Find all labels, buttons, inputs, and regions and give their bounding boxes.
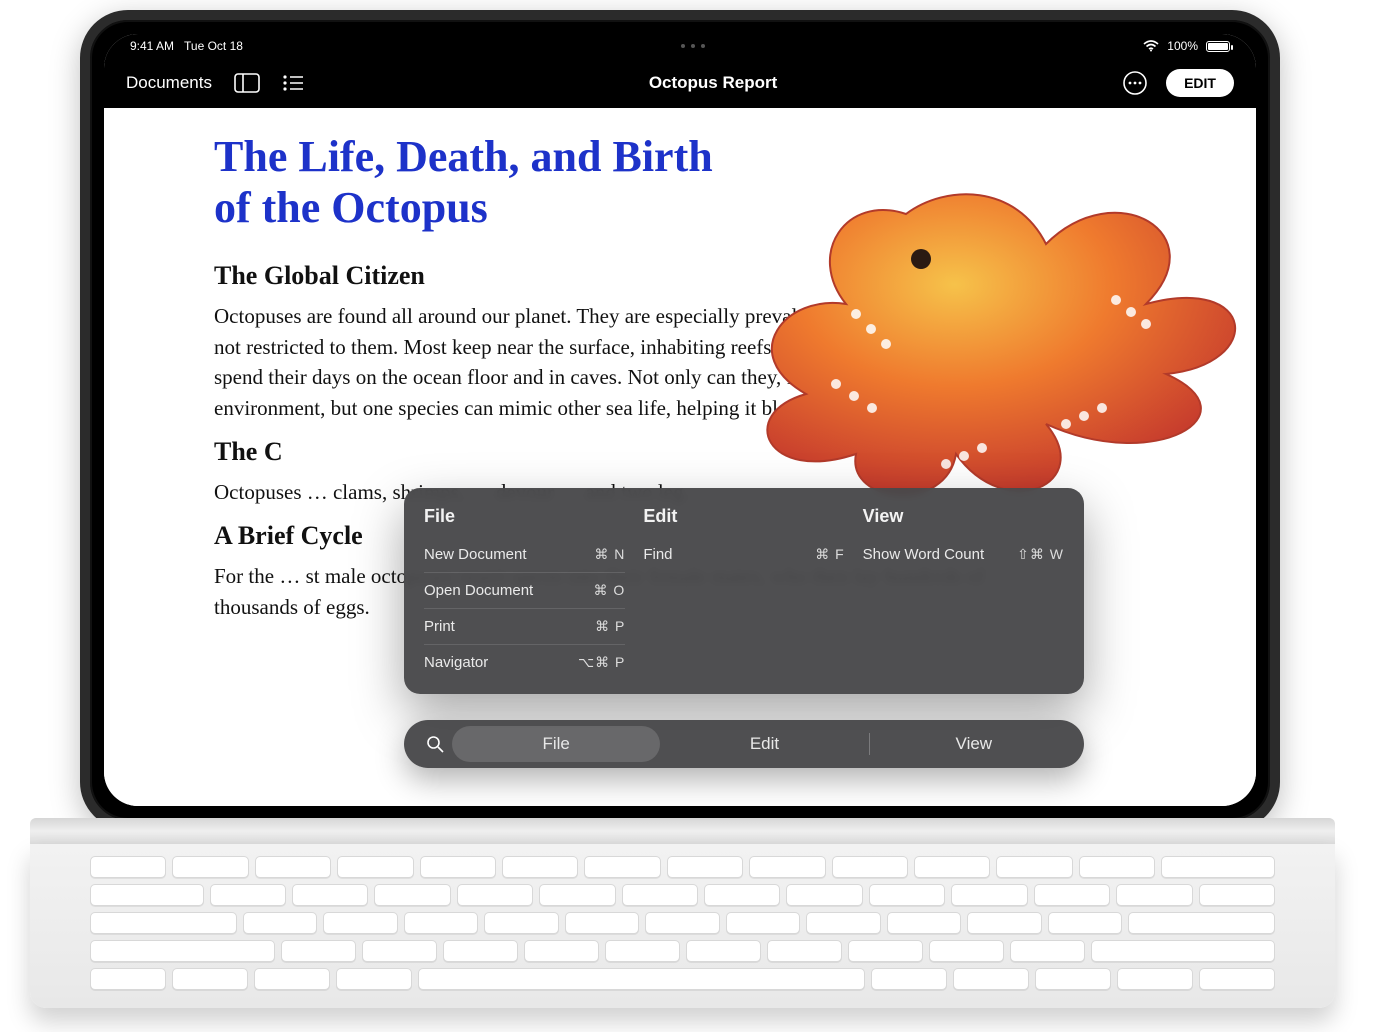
shortcut-label: Print [424, 618, 455, 635]
shortcut-item-print[interactable]: Print ⌘ P [424, 609, 625, 645]
shortcut-tabbar: File Edit View [404, 720, 1084, 768]
shortcut-column-edit: Edit Find ⌘ F [643, 506, 844, 680]
list-icon[interactable] [282, 74, 304, 92]
shortcut-label: Show Word Count [863, 546, 984, 563]
shortcut-label: Navigator [424, 654, 488, 671]
tab-file[interactable]: File [452, 726, 660, 762]
shortcut-column-file: File New Document ⌘ N Open Document ⌘ O … [424, 506, 625, 680]
documents-back-button[interactable]: Documents [126, 73, 212, 93]
shortcut-overlay-panel: File New Document ⌘ N Open Document ⌘ O … [404, 488, 1084, 694]
shortcut-item-open-document[interactable]: Open Document ⌘ O [424, 573, 625, 609]
keyboard-hinge [30, 818, 1335, 844]
document-title: Octopus Report [649, 73, 777, 93]
document-canvas[interactable]: The Life, Death, and Birth of the Octopu… [104, 108, 1256, 806]
edit-button[interactable]: EDIT [1166, 69, 1234, 97]
shortcut-search-button[interactable] [418, 735, 452, 753]
more-options-icon[interactable] [1122, 70, 1148, 96]
shortcut-key: ⌘ N [594, 546, 625, 563]
wifi-icon [1143, 40, 1159, 52]
tab-view[interactable]: View [870, 726, 1078, 762]
shortcut-col-header: File [424, 506, 625, 527]
ipad-frame: 9:41 AM Tue Oct 18 100% Documents [80, 10, 1280, 830]
multitask-dots[interactable] [681, 44, 705, 48]
shortcut-item-word-count[interactable]: Show Word Count ⇧⌘ W [863, 537, 1064, 572]
battery-percent: 100% [1167, 39, 1198, 53]
shortcut-item-new-document[interactable]: New Document ⌘ N [424, 537, 625, 573]
shortcut-label: New Document [424, 546, 527, 563]
shortcut-col-header: View [863, 506, 1064, 527]
shortcut-key: ⌘ F [815, 546, 844, 563]
shortcut-item-find[interactable]: Find ⌘ F [643, 537, 844, 572]
doc-paragraph: Octopuses are found all around our plane… [214, 301, 1014, 423]
shortcut-col-header: Edit [643, 506, 844, 527]
shortcut-item-navigator[interactable]: Navigator ⌥⌘ P [424, 645, 625, 680]
doc-heading-1: The Life, Death, and Birth of the Octopu… [214, 132, 734, 233]
sidebar-toggle-icon[interactable] [234, 73, 260, 93]
doc-subheading-global: The Global Citizen [214, 261, 1146, 291]
shortcut-label: Find [643, 546, 672, 563]
magic-keyboard [30, 818, 1335, 1008]
shortcut-key: ⌥⌘ P [578, 654, 625, 671]
battery-icon [1206, 41, 1230, 52]
status-time: 9:41 AM [130, 39, 174, 53]
doc-subheading-c: The C [214, 437, 1146, 467]
shortcut-key: ⌘ O [594, 582, 626, 599]
ipad-screen: 9:41 AM Tue Oct 18 100% Documents [104, 34, 1256, 806]
shortcut-key: ⇧⌘ W [1017, 546, 1064, 563]
tab-edit[interactable]: Edit [660, 726, 868, 762]
status-date: Tue Oct 18 [184, 39, 243, 53]
shortcut-column-view: View Show Word Count ⇧⌘ W [863, 506, 1064, 680]
app-toolbar: Documents Octopus Report [104, 58, 1256, 108]
shortcut-label: Open Document [424, 582, 533, 599]
status-bar: 9:41 AM Tue Oct 18 100% [104, 34, 1256, 58]
shortcut-key: ⌘ P [595, 618, 625, 635]
keyboard-body [30, 844, 1335, 1008]
